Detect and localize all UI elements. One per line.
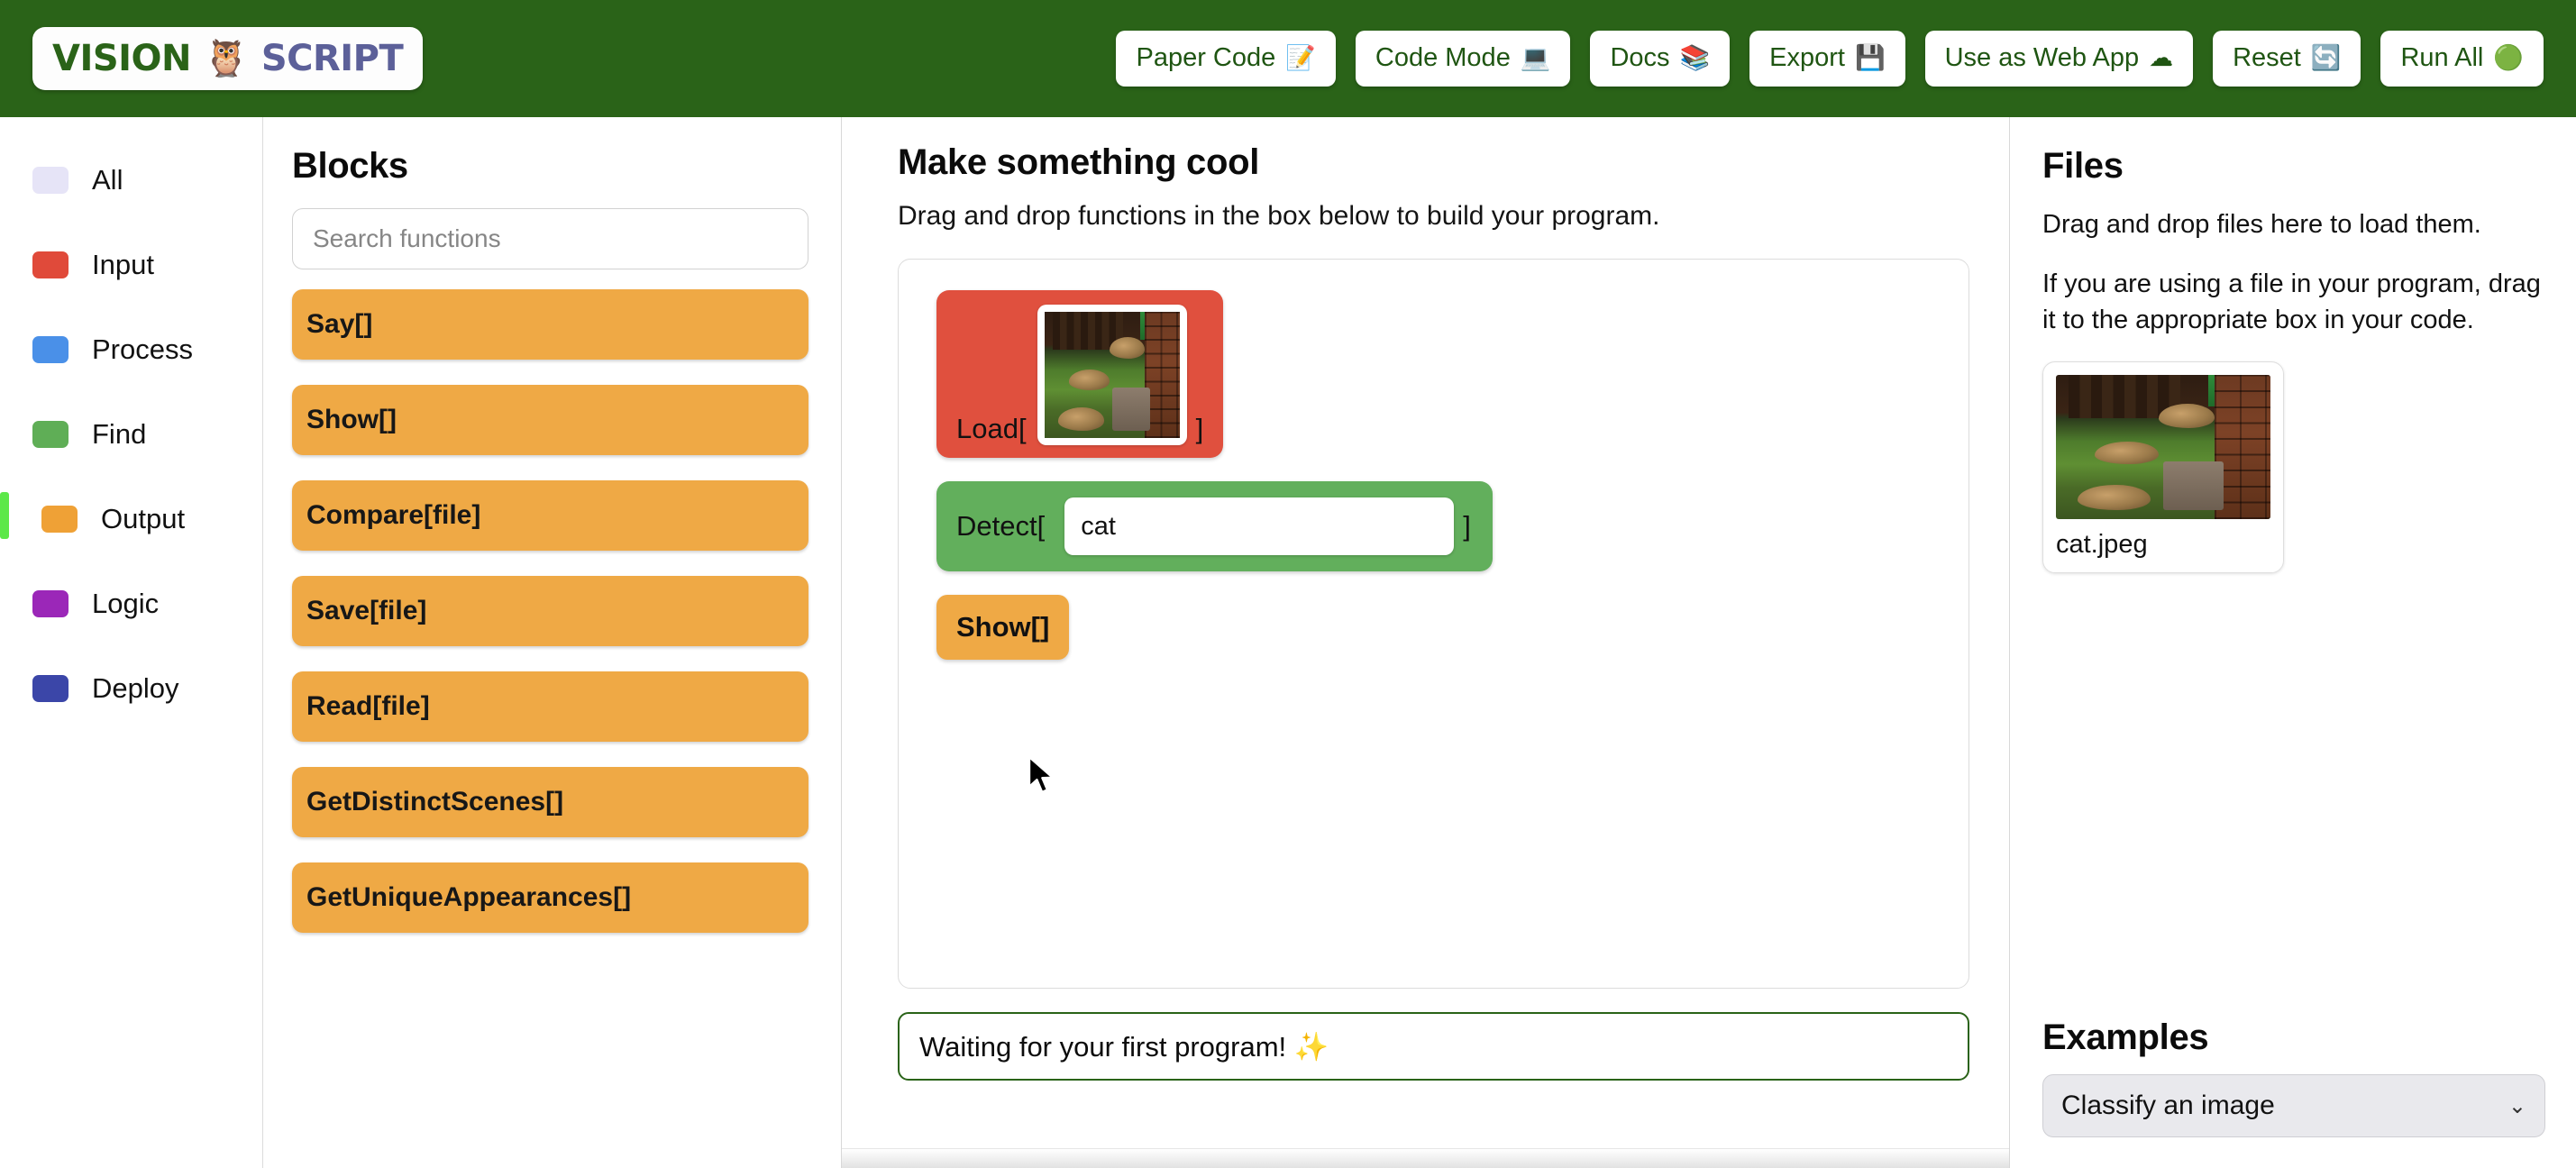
workspace: All Input Process Find Output Logic Depl… — [0, 117, 2576, 1168]
sidebar-label-input: Input — [92, 249, 154, 280]
examples-selected-value: Classify an image — [2061, 1090, 2275, 1120]
sidebar-item-deploy[interactable]: Deploy — [0, 660, 262, 717]
block-chip-compare[interactable]: Compare[file] — [292, 480, 808, 551]
file-thumbnail-image — [2056, 375, 2270, 520]
files-instructions-1: Drag and drop files here to load them. — [2042, 210, 2481, 239]
file-name-label: cat.jpeg — [2056, 530, 2148, 560]
green-circle-icon: 🟢 — [2493, 44, 2524, 72]
editor-instructions: Drag and drop functions in the box below… — [898, 201, 1660, 231]
block-chip-save[interactable]: Save[file] — [292, 576, 808, 646]
chevron-down-icon: ⌄ — [2507, 1093, 2526, 1118]
refresh-icon: 🔄 — [2310, 44, 2342, 72]
category-swatch-output — [41, 506, 78, 533]
block-chip-getdistinctscenes[interactable]: GetDistinctScenes[] — [292, 767, 808, 837]
examples-select[interactable]: Classify an image ⌄ — [2042, 1074, 2545, 1137]
logo-text-script: SCRIPT — [260, 38, 404, 79]
app-header: VISION 🦉 SCRIPT Paper Code 📝 Code Mode 💻… — [0, 0, 2576, 117]
blocks-panel: Blocks Say[] Show[] Compare[file] Save[f… — [263, 117, 842, 1168]
header-actions: Paper Code 📝 Code Mode 💻 Docs 📚 Export 💾… — [1116, 31, 2544, 87]
laptop-icon: 💻 — [1520, 44, 1551, 72]
examples-section: Examples Classify an image ⌄ — [2042, 1017, 2545, 1168]
sidebar-label-process: Process — [92, 333, 193, 365]
owl-icon: 🦉 — [204, 39, 249, 78]
logo-text-vision: VISION — [52, 38, 192, 79]
block-chip-getuniqueappearances[interactable]: GetUniqueAppearances[] — [292, 862, 808, 933]
memo-icon: 📝 — [1285, 44, 1316, 72]
cloud-icon: ☁ — [2149, 44, 2174, 72]
block-chip-read[interactable]: Read[file] — [292, 671, 808, 742]
program-canvas[interactable]: Load[ ] Detect[ cat ] Show[] — [898, 259, 1969, 989]
docs-button[interactable]: Docs 📚 — [1590, 31, 1731, 87]
export-button[interactable]: Export 💾 — [1749, 31, 1905, 87]
category-swatch-input — [32, 251, 69, 278]
category-swatch-deploy — [32, 675, 69, 702]
app-logo[interactable]: VISION 🦉 SCRIPT — [32, 27, 424, 90]
floppy-disk-icon: 💾 — [1854, 44, 1886, 72]
use-as-web-app-button[interactable]: Use as Web App ☁ — [1924, 31, 2194, 87]
detect-block-label: Detect[ — [956, 510, 1046, 542]
category-swatch-logic — [32, 590, 69, 617]
file-card-cat[interactable]: cat.jpeg — [2042, 361, 2284, 574]
paper-code-label: Paper Code — [1136, 43, 1276, 73]
books-icon: 📚 — [1679, 44, 1711, 72]
sidebar-label-all: All — [92, 164, 123, 196]
program-editor-panel: Make something cool Drag and drop functi… — [842, 117, 2010, 1168]
horizontal-scrollbar[interactable] — [842, 1148, 2009, 1168]
sidebar-item-all[interactable]: All — [0, 151, 262, 209]
examples-title: Examples — [2042, 1017, 2209, 1057]
run-all-button[interactable]: Run All 🟢 — [2380, 31, 2544, 87]
program-block-load[interactable]: Load[ ] — [936, 290, 1224, 458]
load-block-image-slot[interactable] — [1037, 305, 1187, 445]
sidebar-label-logic: Logic — [92, 588, 160, 619]
sidebar-label-find: Find — [92, 418, 147, 450]
files-instructions-2: If you are using a file in your program,… — [2042, 269, 2541, 335]
sidebar-label-output: Output — [101, 503, 186, 534]
reset-label: Reset — [2233, 43, 2301, 73]
blocks-panel-title: Blocks — [292, 146, 408, 186]
category-swatch-all — [32, 167, 69, 194]
program-block-detect[interactable]: Detect[ cat ] — [936, 481, 1493, 571]
paper-code-button[interactable]: Paper Code 📝 — [1116, 31, 1336, 87]
files-panel: Files Drag and drop files here to load t… — [2010, 117, 2576, 1168]
reset-button[interactable]: Reset 🔄 — [2213, 31, 2361, 87]
load-block-label: Load[ — [956, 413, 1027, 444]
files-panel-title: Files — [2042, 146, 2124, 186]
run-all-label: Run All — [2400, 43, 2484, 73]
code-mode-label: Code Mode — [1375, 43, 1511, 73]
sidebar-item-output[interactable]: Output — [0, 490, 262, 548]
block-chip-say[interactable]: Say[] — [292, 289, 808, 360]
sidebar-item-input[interactable]: Input — [0, 236, 262, 294]
sidebar-label-deploy: Deploy — [92, 672, 179, 704]
sidebar-item-process[interactable]: Process — [0, 321, 262, 379]
sidebar-item-logic[interactable]: Logic — [0, 575, 262, 633]
status-bar: Waiting for your first program! ✨ — [898, 1012, 1969, 1081]
export-label: Export — [1769, 43, 1845, 73]
program-block-show[interactable]: Show[] — [936, 595, 1070, 660]
use-as-web-app-label: Use as Web App — [1944, 43, 2140, 73]
detect-block-text-input[interactable]: cat — [1064, 497, 1455, 555]
category-swatch-process — [32, 336, 69, 363]
category-sidebar: All Input Process Find Output Logic Depl… — [0, 117, 263, 1168]
code-mode-button[interactable]: Code Mode 💻 — [1355, 31, 1571, 87]
category-swatch-find — [32, 421, 69, 448]
sidebar-item-find[interactable]: Find — [0, 406, 262, 463]
block-chip-show[interactable]: Show[] — [292, 385, 808, 455]
docs-label: Docs — [1610, 43, 1670, 73]
cat-thumbnail-image — [1044, 312, 1180, 438]
page-title: Make something cool — [898, 142, 1260, 182]
load-block-close-bracket: ] — [1195, 413, 1204, 444]
search-input[interactable] — [292, 208, 808, 269]
block-list: Say[] Show[] Compare[file] Save[file] Re… — [292, 289, 808, 933]
detect-block-close-bracket: ] — [1463, 510, 1471, 542]
show-block-label: Show[] — [956, 611, 1050, 643]
